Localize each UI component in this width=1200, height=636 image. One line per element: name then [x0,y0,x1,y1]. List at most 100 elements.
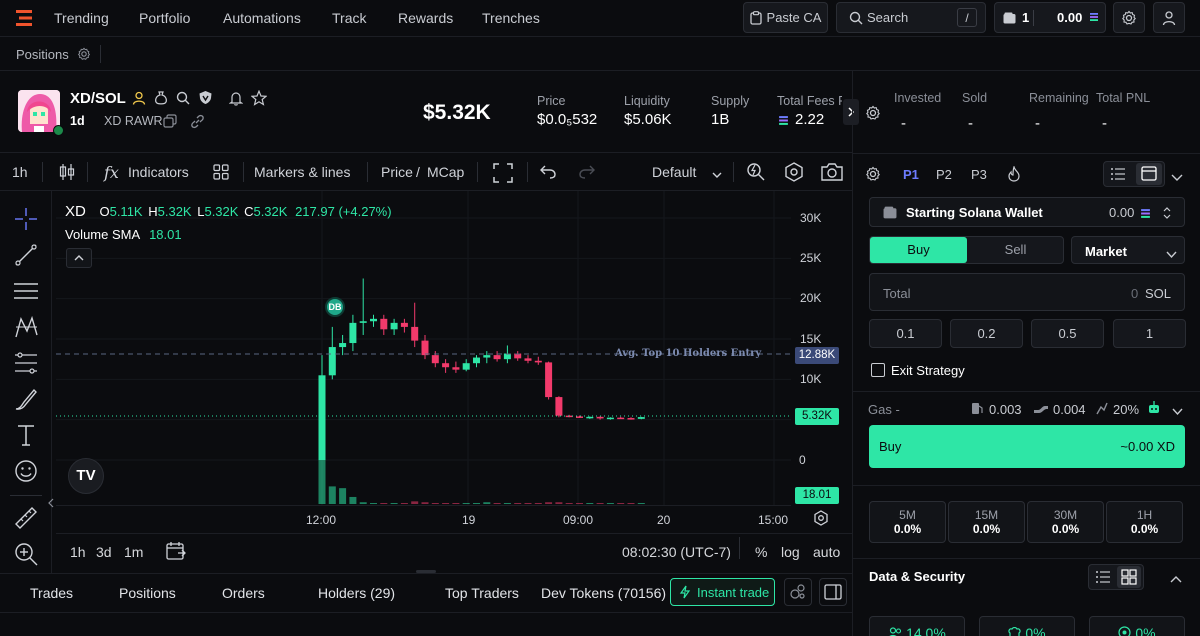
sell-tab[interactable]: Sell [967,237,1064,263]
range-1m[interactable]: 1m [124,544,143,560]
tab-top-traders[interactable]: Top Traders [445,585,519,601]
fib-icon[interactable] [12,349,40,377]
flame-icon[interactable] [1007,164,1021,185]
timeframe-5m[interactable]: 5M 0.0% [869,501,946,543]
gear-icon[interactable] [865,105,881,124]
price-toggle[interactable]: Price [381,164,413,180]
chart-settings-icon[interactable] [813,510,829,529]
chart-clock[interactable]: 08:02:30 (UTC-7) [622,544,731,560]
candle-body[interactable] [483,355,491,358]
total-input[interactable]: Total 0 SOL [869,273,1185,311]
candle-body[interactable] [452,367,460,370]
chevron-up-icon[interactable] [1170,571,1182,586]
candle-body[interactable] [606,417,614,420]
crosshair-icon[interactable] [12,205,40,233]
wallet-selector[interactable]: 1 0.00 [994,2,1106,33]
chevron-down-icon[interactable] [1171,170,1183,185]
exit-strategy-checkbox[interactable] [871,363,885,377]
snipers-stat[interactable]: 0% [1089,616,1185,636]
nav-rewards[interactable]: Rewards [398,10,453,26]
camera-icon[interactable] [821,163,843,184]
candle-body[interactable] [328,347,336,376]
tradingview-logo[interactable]: TV [68,458,104,494]
candle-body[interactable] [411,326,419,341]
instant-trade-button[interactable]: Instant trade [670,578,775,606]
money-bag-icon[interactable] [154,91,168,108]
candle-body[interactable] [637,417,645,419]
candle-body[interactable] [359,321,367,323]
candle-body[interactable] [534,360,542,363]
collapse-legend-button[interactable] [66,248,92,268]
indicators-icon[interactable]: fx [104,163,119,182]
collapse-toolbar-icon[interactable] [46,491,56,515]
buy-tab[interactable]: Buy [870,237,967,263]
settings-button[interactable] [1113,2,1145,33]
layout-selector[interactable]: Default [652,164,696,180]
gear-icon[interactable] [865,166,881,185]
zoom-in-icon[interactable] [12,540,40,568]
tab-positions[interactable]: Positions [119,585,176,601]
text-tool-icon[interactable] [12,421,40,449]
chevron-down-icon[interactable] [1172,404,1183,419]
wallet-selector[interactable]: Starting Solana Wallet 0.00 [869,197,1185,227]
candle-body[interactable] [473,357,480,364]
timeframe-15m[interactable]: 15M 0.0% [948,501,1025,543]
nav-track[interactable]: Track [332,10,366,26]
positions-label[interactable]: Positions [16,47,69,62]
percent-toggle[interactable]: % [755,544,767,560]
chevron-down-icon[interactable] [712,167,722,182]
interval-selector[interactable]: 1h [12,164,28,180]
nav-trending[interactable]: Trending [54,10,109,26]
dev-holdings-stat[interactable]: 0% [979,616,1075,636]
horizontal-lines-icon[interactable] [12,277,40,305]
preset-p3[interactable]: P3 [971,167,987,182]
brush-icon[interactable] [12,385,40,413]
candle-body[interactable] [442,363,450,368]
mcap-toggle[interactable]: MCap [427,164,464,180]
tab-trades[interactable]: Trades [30,585,73,601]
candle-body[interactable] [627,418,635,420]
buy-button[interactable]: Buy ~0.00 XD [869,425,1185,468]
candle-body[interactable] [586,416,594,419]
tab-dev-tokens[interactable]: Dev Tokens (70156) [541,585,666,601]
chart-canvas[interactable] [56,191,852,573]
preset-p1[interactable]: P1 [903,167,919,182]
exit-strategy-label[interactable]: Exit Strategy [891,363,965,378]
candle-body[interactable] [565,415,573,418]
panel-view-icon[interactable] [1136,163,1162,185]
quick-amount-button[interactable]: 0.1 [869,319,942,348]
nav-automations[interactable]: Automations [223,10,301,26]
list-view-icon[interactable] [1110,167,1126,184]
candle-body[interactable] [555,397,563,416]
log-toggle[interactable]: log [781,544,800,560]
auto-toggle[interactable]: auto [813,544,840,560]
pattern-icon[interactable] [12,313,40,341]
quick-amount-button[interactable]: 1 [1113,319,1186,348]
indicators-button[interactable]: Indicators [128,164,189,180]
copy-icon[interactable] [163,114,177,131]
grid-view-icon[interactable] [1117,566,1141,588]
top10-holders-stat[interactable]: 14.0% [869,616,965,636]
gear-icon[interactable] [77,47,91,61]
range-3d[interactable]: 3d [96,544,112,560]
timeframe-1h[interactable]: 1H 0.0% [1106,501,1183,543]
candle-body[interactable] [617,417,625,420]
candle-body[interactable] [390,322,398,330]
candle-body[interactable] [493,355,501,360]
search-input[interactable]: Search / [836,2,986,33]
undo-icon[interactable] [540,165,556,182]
candle-body[interactable] [431,355,439,364]
candle-body[interactable] [524,358,532,361]
data-security-title[interactable]: Data & Security [869,569,965,584]
candle-body[interactable] [400,322,408,327]
settings-hex-icon[interactable] [784,162,804,185]
nav-trenches[interactable]: Trenches [482,10,540,26]
candle-body[interactable] [545,362,553,398]
redo-icon[interactable] [579,165,595,182]
panel-toggle-button[interactable] [819,578,847,606]
candle-body[interactable] [576,416,583,418]
goto-date-icon[interactable] [165,541,187,564]
templates-icon[interactable] [213,164,229,183]
timeframe-30m[interactable]: 30M 0.0% [1027,501,1104,543]
link-icon[interactable] [190,114,205,132]
